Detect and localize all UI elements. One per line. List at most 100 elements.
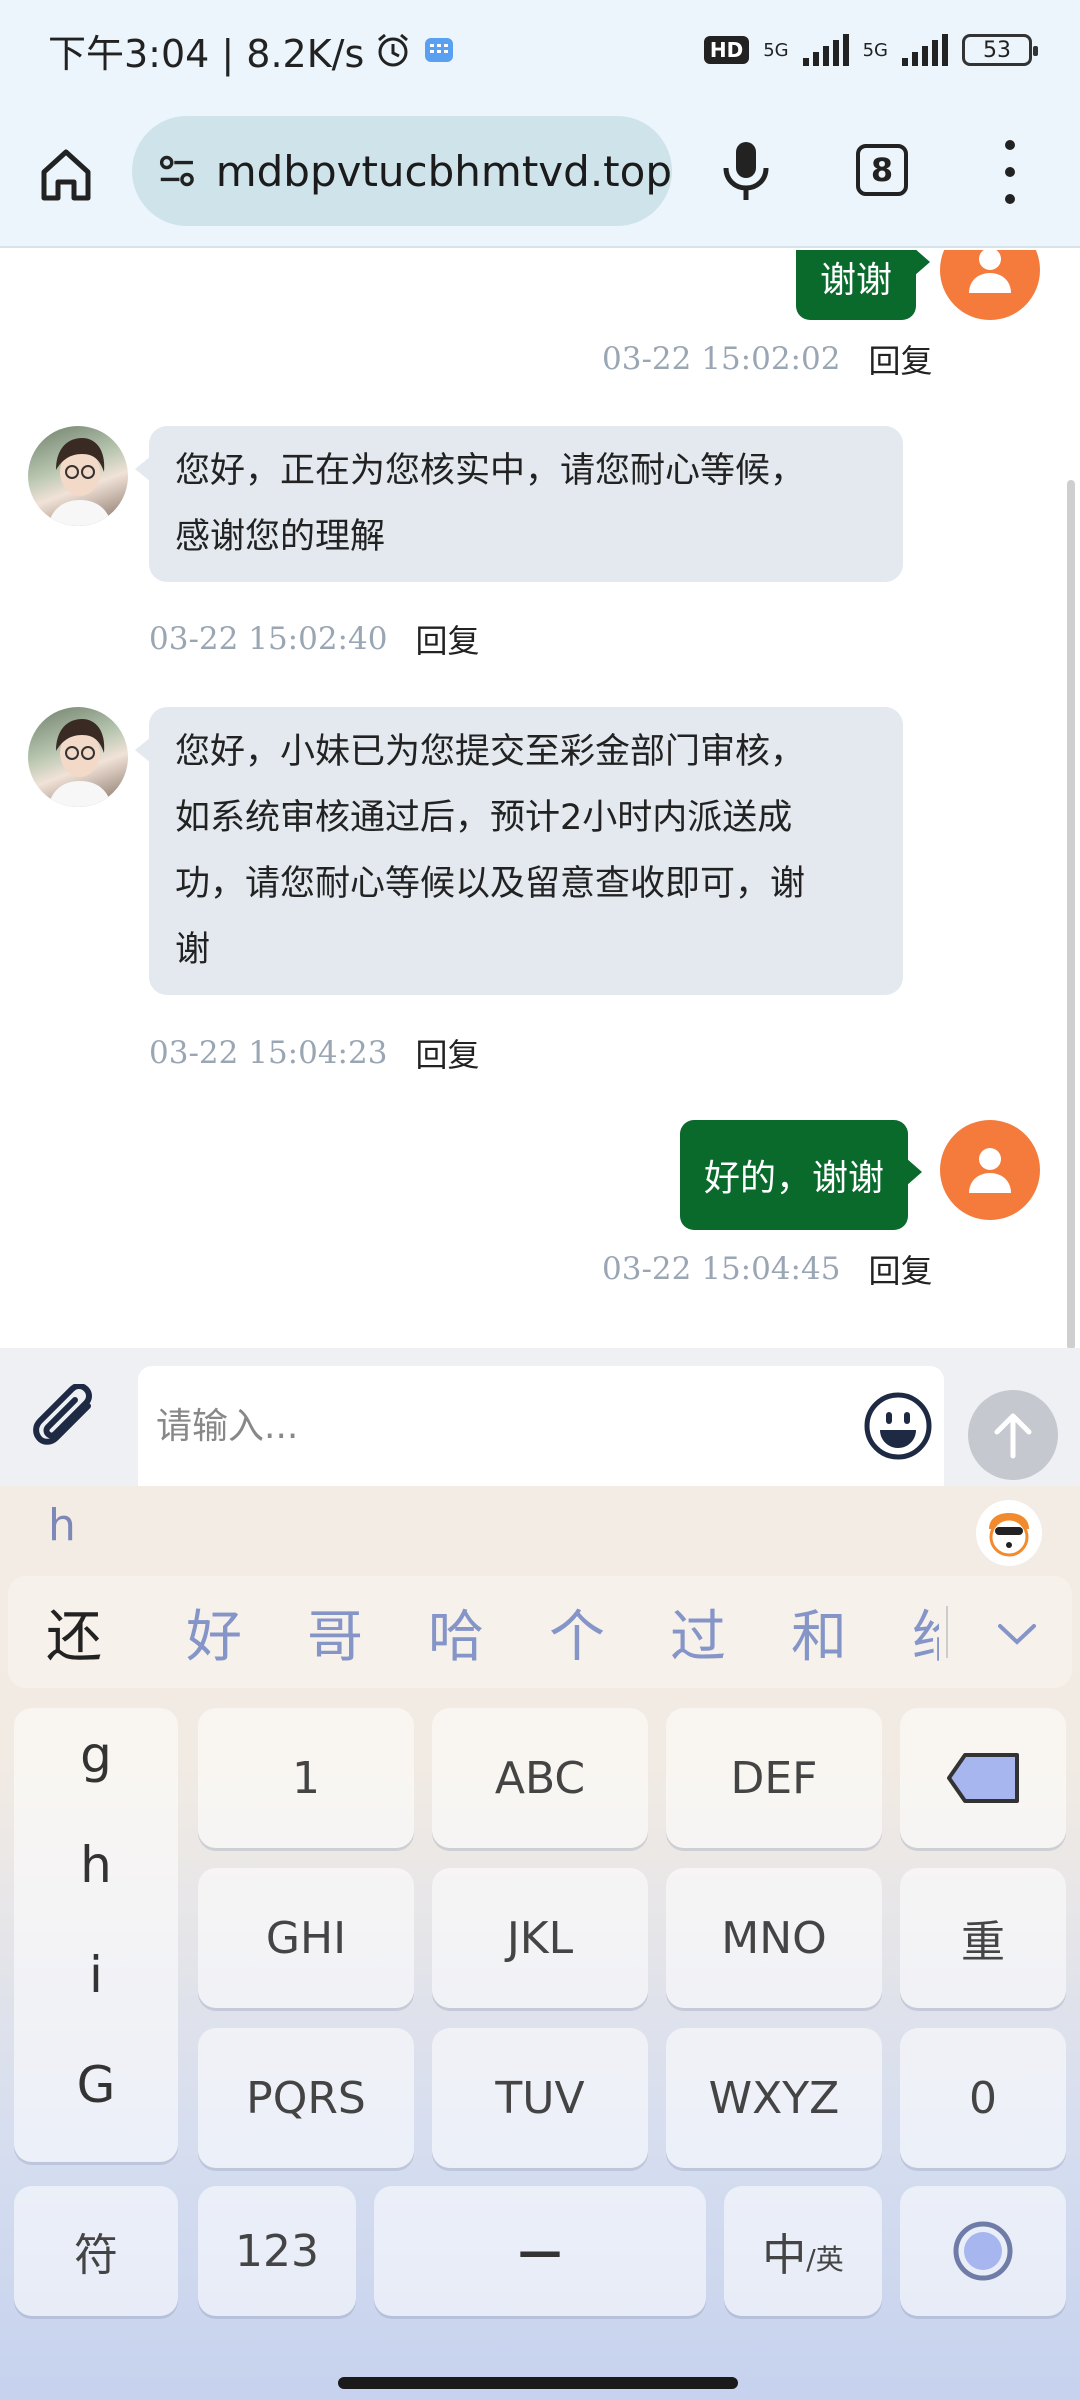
message-line: 谢 xyxy=(175,930,211,970)
space-key[interactable]: — xyxy=(374,2186,706,2316)
assistant-icon xyxy=(953,2221,1013,2281)
message-bubble-incoming: 您好，小妹已为您提交至彩金部门审核， 如系统审核通过后，预计2小时内派送成 功，… xyxy=(135,707,903,995)
arrow-up-icon xyxy=(994,1413,1032,1459)
agent-avatar xyxy=(28,426,128,526)
candidate-item[interactable]: 好 xyxy=(186,1592,307,1673)
time-speed: 下午3:04 | 8.2K/s xyxy=(48,31,365,76)
key-def[interactable]: DEF xyxy=(666,1708,882,1848)
key-symbols[interactable]: 符 xyxy=(14,2186,178,2316)
key-0[interactable]: 0 xyxy=(900,2028,1066,2168)
message-line: 功，请您耐心等候以及留意查收即可，谢 xyxy=(175,864,806,904)
screen: { "status_bar": { "time_speed": "下午3:04 … xyxy=(0,0,1080,2400)
message-bubble-outgoing: 好的，谢谢 xyxy=(680,1120,923,1230)
battery-icon: 53 xyxy=(962,34,1038,66)
microphone-icon[interactable] xyxy=(716,138,776,204)
timestamp: 03-22 15:02:02 xyxy=(602,341,841,377)
voice-assistant-key[interactable] xyxy=(900,2186,1066,2316)
message-line: 您好，小妹已为您提交至彩金部门审核， xyxy=(175,732,806,772)
language-switch-key[interactable]: 中/英 xyxy=(724,2186,882,2316)
reply-link[interactable]: 回复 xyxy=(415,1030,479,1076)
agent-photo-icon xyxy=(48,438,112,526)
message-meta: 03-22 15:02:40 回复 xyxy=(149,616,479,662)
message-line: 感谢您的理解 xyxy=(175,517,386,557)
candidate-item[interactable]: 过 xyxy=(670,1592,791,1673)
network-type-2: 5G xyxy=(862,39,888,61)
emoji-icon[interactable] xyxy=(862,1390,934,1462)
scrollbar[interactable] xyxy=(1067,480,1075,1350)
key-reinput[interactable]: 重 xyxy=(900,1868,1066,2008)
browser-toolbar: mdbpvtucbhmtvd.top 8 xyxy=(0,100,1080,248)
keyboard-notification-icon xyxy=(425,38,454,62)
composition-text: h xyxy=(48,1500,76,1551)
agent-photo-icon xyxy=(48,719,112,807)
candidate-item[interactable]: 个 xyxy=(549,1592,670,1673)
candidate-bar: 还 好 哥 哈 个 过 和 给 xyxy=(8,1576,1072,1688)
more-menu-icon[interactable] xyxy=(1000,140,1020,204)
alarm-icon xyxy=(378,33,409,67)
key-pqrs[interactable]: PQRS xyxy=(198,2028,414,2168)
timestamp: 03-22 15:04:23 xyxy=(149,1035,388,1071)
reply-link[interactable]: 回复 xyxy=(868,336,932,382)
message-meta: 03-22 15:04:45 回复 xyxy=(602,1246,932,1292)
key-tuv[interactable]: TUV xyxy=(432,2028,648,2168)
key-mno[interactable]: MNO xyxy=(666,1868,882,2008)
person-icon xyxy=(969,1148,1011,1193)
home-icon[interactable] xyxy=(36,144,96,204)
message-bubble-outgoing: 谢谢 xyxy=(796,250,931,320)
candidate-item[interactable]: 给 xyxy=(912,1592,939,1673)
pinyin-option[interactable]: i xyxy=(14,1946,178,2004)
status-bar: 下午3:04 | 8.2K/s HD 5G 5G 53 xyxy=(0,0,1080,100)
key-jkl[interactable]: JKL xyxy=(432,1868,648,2008)
user-avatar xyxy=(940,250,1040,320)
signal-icon xyxy=(802,34,849,66)
mascot-face-icon xyxy=(989,1513,1029,1557)
key-1[interactable]: 1 xyxy=(198,1708,414,1848)
status-right: HD 5G 5G 53 xyxy=(703,34,1038,66)
user-avatar xyxy=(940,1120,1040,1220)
message-line: 您好，正在为您核实中，请您耐心等候， xyxy=(175,451,806,491)
lang-main: 中 xyxy=(762,2230,807,2281)
reply-link[interactable]: 回复 xyxy=(868,1246,932,1292)
candidate-divider xyxy=(946,1606,948,1658)
reply-link[interactable]: 回复 xyxy=(415,616,479,662)
pinyin-option[interactable]: G xyxy=(14,2056,178,2114)
keyboard-mascot-icon[interactable] xyxy=(976,1500,1042,1566)
attachment-icon[interactable] xyxy=(30,1384,110,1464)
chevron-down-icon[interactable] xyxy=(994,1610,1040,1656)
url-text: mdbpvtucbhmtvd.top xyxy=(215,146,672,196)
status-left: 下午3:04 | 8.2K/s xyxy=(48,23,456,78)
key-ghi[interactable]: GHI xyxy=(198,1868,414,2008)
agent-avatar xyxy=(28,707,128,807)
message-field[interactable] xyxy=(138,1366,944,1486)
battery-level: 53 xyxy=(983,37,1011,63)
key-abc[interactable]: ABC xyxy=(432,1708,648,1848)
pinyin-option[interactable]: h xyxy=(14,1836,178,1894)
message-meta: 03-22 15:02:02 回复 xyxy=(602,336,932,382)
pinyin-option[interactable]: g xyxy=(14,1726,178,1784)
hd-voice-badge: HD xyxy=(703,36,750,64)
candidate-item[interactable]: 哥 xyxy=(307,1592,428,1673)
gesture-home-bar[interactable] xyxy=(338,2377,738,2389)
candidate-item[interactable]: 哈 xyxy=(428,1592,549,1673)
message-bubble-incoming: 您好，正在为您核实中，请您耐心等候， 感谢您的理解 xyxy=(135,426,903,582)
timestamp: 03-22 15:02:40 xyxy=(149,621,388,657)
site-settings-icon[interactable] xyxy=(154,144,200,198)
message-text: 谢谢 xyxy=(820,260,893,301)
signal-icon-2 xyxy=(902,34,948,66)
key-wxyz[interactable]: WXYZ xyxy=(666,2028,882,2168)
ime-keyboard: h 还 好 哥 哈 个 过 和 给 g h i G 1 ABC DEF GHI … xyxy=(0,1486,1080,2400)
backspace-key[interactable] xyxy=(900,1708,1066,1848)
send-button[interactable] xyxy=(968,1390,1058,1480)
message-text: 好的，谢谢 xyxy=(704,1158,885,1199)
message-line: 如系统审核通过后，预计2小时内派送成 xyxy=(175,798,793,838)
pinyin-options-column[interactable]: g h i G xyxy=(14,1708,178,2162)
timestamp: 03-22 15:04:45 xyxy=(602,1251,841,1287)
chat-area[interactable]: 谢谢 03-22 15:02:02 回复 您好，正在为您核实中，请您耐心等候， … xyxy=(0,250,1080,1350)
candidate-item[interactable]: 和 xyxy=(791,1592,912,1673)
candidate-item[interactable]: 还 xyxy=(46,1592,186,1673)
message-input[interactable] xyxy=(156,1405,816,1447)
tab-switcher-button[interactable]: 8 xyxy=(856,144,908,196)
key-numbers[interactable]: 123 xyxy=(198,2186,356,2316)
backspace-icon xyxy=(947,1753,1019,1803)
address-bar[interactable]: mdbpvtucbhmtvd.top xyxy=(132,116,672,226)
